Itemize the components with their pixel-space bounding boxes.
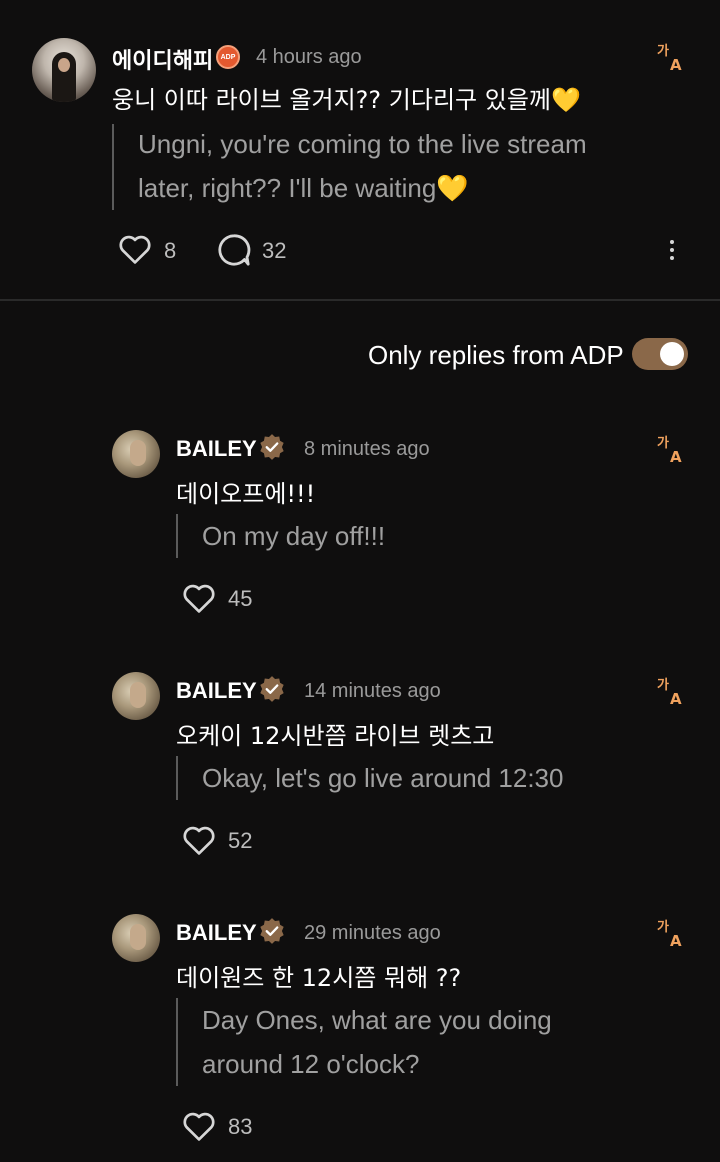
adp-badge: ADP [216, 45, 240, 69]
filter-label: Only replies from ADP [368, 340, 624, 370]
reply-username[interactable]: BAILEY [176, 678, 257, 704]
reply-avatar[interactable] [112, 672, 160, 720]
reply-translation: Day Ones, what are you doing around 12 o… [202, 998, 552, 1086]
translate-icon[interactable]: 가 A [656, 676, 686, 706]
reply-text: 오케이 12시반쯤 라이브 렛츠고 [176, 722, 495, 750]
reply-translation-line-1: Day Ones, what are you doing [202, 1005, 552, 1035]
translation-quote-bar [176, 998, 178, 1086]
verified-icon [260, 434, 284, 460]
reply-like-count: 83 [228, 1114, 253, 1139]
translation-quote-bar [112, 124, 114, 210]
reply-translation: On my day off!!! [202, 521, 386, 551]
more-vertical-icon[interactable] [668, 238, 676, 262]
svg-text:A: A [670, 56, 682, 72]
translate-icon[interactable]: 가 A [656, 42, 686, 72]
reply-avatar[interactable] [112, 914, 160, 962]
heart-icon[interactable] [180, 1107, 218, 1145]
post-translation: Ungni, you're coming to the live stream … [138, 122, 587, 210]
post-translation-line-2: later, right?? I'll be waiting💛 [138, 173, 469, 203]
translate-icon[interactable]: 가 A [656, 434, 686, 464]
svg-text:A: A [670, 690, 682, 706]
heart-icon[interactable] [180, 579, 218, 617]
translate-icon[interactable]: 가 A [656, 918, 686, 948]
reply-translation-line-2: around 12 o'clock? [202, 1049, 420, 1079]
post-avatar[interactable] [32, 38, 96, 102]
reply-timestamp: 29 minutes ago [304, 922, 441, 944]
section-divider [0, 299, 720, 301]
post-username[interactable]: 에이디해피 [112, 43, 213, 75]
svg-text:가: 가 [657, 678, 669, 693]
reply-username[interactable]: BAILEY [176, 436, 257, 462]
reply-avatar[interactable] [112, 430, 160, 478]
post-translation-line-1: Ungni, you're coming to the live stream [138, 129, 587, 159]
reply-timestamp: 14 minutes ago [304, 680, 441, 702]
translation-quote-bar [176, 514, 178, 558]
svg-text:A: A [670, 932, 682, 948]
reply-translation: Okay, let's go live around 12:30 [202, 763, 564, 793]
reply-like-count: 45 [228, 586, 253, 611]
reply-text: 데이원즈 한 12시쯤 뭐해 ?? [176, 964, 462, 992]
adp-replies-toggle[interactable] [632, 338, 688, 370]
comment-icon[interactable] [214, 230, 254, 270]
translation-quote-bar [176, 756, 178, 800]
reply-timestamp: 8 minutes ago [304, 438, 430, 460]
reply-text: 데이오프에!!! [176, 480, 316, 508]
post-comment-count: 32 [262, 238, 287, 263]
post-like-count: 8 [164, 238, 177, 263]
heart-icon[interactable] [116, 230, 154, 268]
reply-username[interactable]: BAILEY [176, 920, 257, 946]
toggle-knob [660, 342, 684, 366]
post-timestamp: 4 hours ago [256, 46, 362, 68]
svg-text:가: 가 [657, 920, 669, 935]
svg-text:가: 가 [657, 44, 669, 59]
heart-icon[interactable] [180, 821, 218, 859]
reply-like-count: 52 [228, 828, 253, 853]
verified-icon [260, 676, 284, 702]
svg-text:A: A [670, 448, 682, 464]
verified-icon [260, 918, 284, 944]
post-text: 웅니 이따 라이브 올거지?? 기다리구 있을께💛 [112, 86, 581, 114]
svg-text:가: 가 [657, 436, 669, 451]
